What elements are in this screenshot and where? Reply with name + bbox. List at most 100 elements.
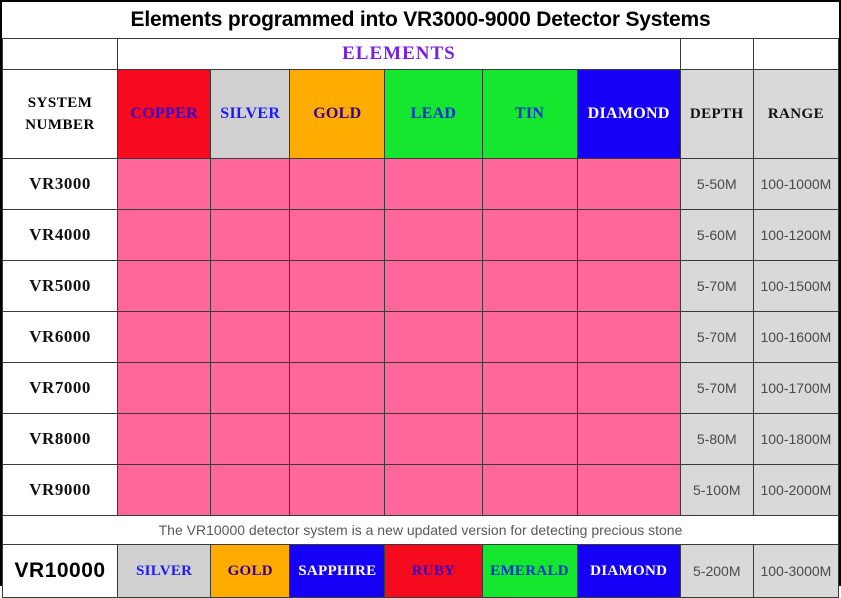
- element-cell-diamond: [576, 464, 681, 516]
- blank-corner-cell: [1, 38, 119, 70]
- range-cell: 100-1800M: [752, 413, 840, 465]
- element-cell-gold: [289, 464, 386, 516]
- system-number-cell: VR5000: [1, 260, 119, 312]
- element-cell-silver: [210, 362, 291, 414]
- system-number-header-line1: SYSTEM: [27, 94, 93, 111]
- depth-cell: 5-80M: [679, 413, 754, 465]
- detector-systems-table-container: Elements programmed into VR3000-9000 Det…: [0, 0, 841, 598]
- depth-cell: 5-70M: [679, 311, 754, 363]
- element-cell-copper: [117, 362, 212, 414]
- gem-cell-sapphire-label: SAPPHIRE: [298, 562, 377, 579]
- note-row: The VR10000 detector system is a new upd…: [2, 515, 839, 545]
- element-cell-lead: [384, 260, 483, 312]
- system-number-cell: VR4000: [1, 209, 119, 261]
- range-cell: 100-2000M: [752, 464, 840, 516]
- blank-depth-cell: [679, 38, 754, 70]
- depth-cell: 5-50M: [679, 158, 754, 210]
- element-cell-tin: [481, 362, 578, 414]
- element-cell-tin: [481, 464, 578, 516]
- element-cell-tin: [481, 311, 578, 363]
- gem-cell-ruby: RUBY: [384, 544, 483, 598]
- page-title: Elements programmed into VR3000-9000 Det…: [2, 2, 839, 39]
- element-cell-diamond: [576, 158, 681, 210]
- element-cell-silver: [210, 413, 291, 465]
- system-number-header: SYSTEM NUMBER: [1, 69, 119, 159]
- gem-cell-gold-label: GOLD: [227, 562, 273, 579]
- range-cell: 100-1600M: [752, 311, 840, 363]
- system-number-cell-vr10000: VR10000: [1, 544, 119, 598]
- range-cell: 100-1200M: [752, 209, 840, 261]
- element-cell-gold: [289, 311, 386, 363]
- element-cell-silver: [210, 260, 291, 312]
- system-number-header-line2: NUMBER: [25, 117, 95, 133]
- element-cell-diamond: [576, 413, 681, 465]
- depth-cell: 5-70M: [679, 362, 754, 414]
- gem-cell-gold: GOLD: [210, 544, 291, 598]
- elements-band-row: ELEMENTS: [1, 38, 840, 70]
- element-cell-gold: [289, 413, 386, 465]
- element-header-copper-label: COPPER: [130, 105, 198, 122]
- element-header-gold-label: GOLD: [313, 105, 362, 122]
- element-cell-diamond: [576, 260, 681, 312]
- element-cell-copper: [117, 311, 212, 363]
- element-header-copper: COPPER: [117, 69, 212, 159]
- gem-cell-sapphire: SAPPHIRE: [289, 544, 386, 598]
- system-number-cell: VR3000: [1, 158, 119, 210]
- gem-cell-ruby-label: RUBY: [411, 562, 456, 579]
- gem-cell-diamond-label: DIAMOND: [590, 562, 668, 579]
- table-row: VR7000 5-70M 100-1700M: [1, 362, 840, 414]
- depth-cell: 5-60M: [679, 209, 754, 261]
- element-cell-lead: [384, 362, 483, 414]
- element-cell-silver: [210, 209, 291, 261]
- element-cell-lead: [384, 158, 483, 210]
- element-cell-lead: [384, 413, 483, 465]
- element-cell-tin: [481, 413, 578, 465]
- depth-cell: 5-70M: [679, 260, 754, 312]
- element-cell-lead: [384, 209, 483, 261]
- element-cell-gold: [289, 158, 386, 210]
- element-cell-copper: [117, 464, 212, 516]
- element-cell-tin: [481, 158, 578, 210]
- system-number-cell: VR8000: [1, 413, 119, 465]
- element-header-diamond-label: DIAMOND: [587, 105, 670, 122]
- column-header-row: SYSTEM NUMBER COPPER SILVER GOLD LEAD TI…: [1, 69, 840, 159]
- element-cell-silver: [210, 311, 291, 363]
- range-cell: 100-1700M: [752, 362, 840, 414]
- element-cell-gold: [289, 362, 386, 414]
- note-text: The VR10000 detector system is a new upd…: [2, 515, 839, 545]
- table-row: VR4000 5-60M 100-1200M: [1, 209, 840, 261]
- gem-cell-emerald: EMERALD: [481, 544, 578, 598]
- detector-systems-table: Elements programmed into VR3000-9000 Det…: [1, 2, 840, 598]
- range-header: RANGE: [752, 69, 840, 159]
- table-row: VR9000 5-100M 100-2000M: [1, 464, 840, 516]
- system-number-cell: VR7000: [1, 362, 119, 414]
- element-cell-lead: [384, 311, 483, 363]
- element-cell-diamond: [576, 362, 681, 414]
- element-header-lead: LEAD: [384, 69, 483, 159]
- gem-cell-diamond: DIAMOND: [576, 544, 681, 598]
- element-cell-tin: [481, 209, 578, 261]
- depth-header: DEPTH: [679, 69, 754, 159]
- element-cell-silver: [210, 464, 291, 516]
- elements-band-label: ELEMENTS: [117, 38, 681, 70]
- depth-cell-vr10000: 5-200M: [679, 544, 754, 598]
- element-cell-lead: [384, 464, 483, 516]
- gem-cell-silver-label: SILVER: [136, 562, 193, 579]
- gem-cell-emerald-label: EMERALD: [490, 562, 569, 579]
- element-header-lead-label: LEAD: [410, 105, 457, 122]
- table-row-vr10000: VR10000 SILVER GOLD SAPPHIRE RUBY EMERAL…: [1, 544, 840, 598]
- element-header-tin: TIN: [481, 69, 578, 159]
- element-header-gold: GOLD: [289, 69, 386, 159]
- element-header-tin-label: TIN: [514, 105, 545, 122]
- element-cell-copper: [117, 158, 212, 210]
- element-cell-copper: [117, 209, 212, 261]
- table-row: VR3000 5-50M 100-1000M: [1, 158, 840, 210]
- table-row: VR8000 5-80M 100-1800M: [1, 413, 840, 465]
- range-cell-vr10000: 100-3000M: [752, 544, 840, 598]
- system-number-cell: VR6000: [1, 311, 119, 363]
- element-cell-diamond: [576, 311, 681, 363]
- title-row: Elements programmed into VR3000-9000 Det…: [2, 2, 839, 39]
- range-cell: 100-1500M: [752, 260, 840, 312]
- element-cell-silver: [210, 158, 291, 210]
- element-cell-gold: [289, 260, 386, 312]
